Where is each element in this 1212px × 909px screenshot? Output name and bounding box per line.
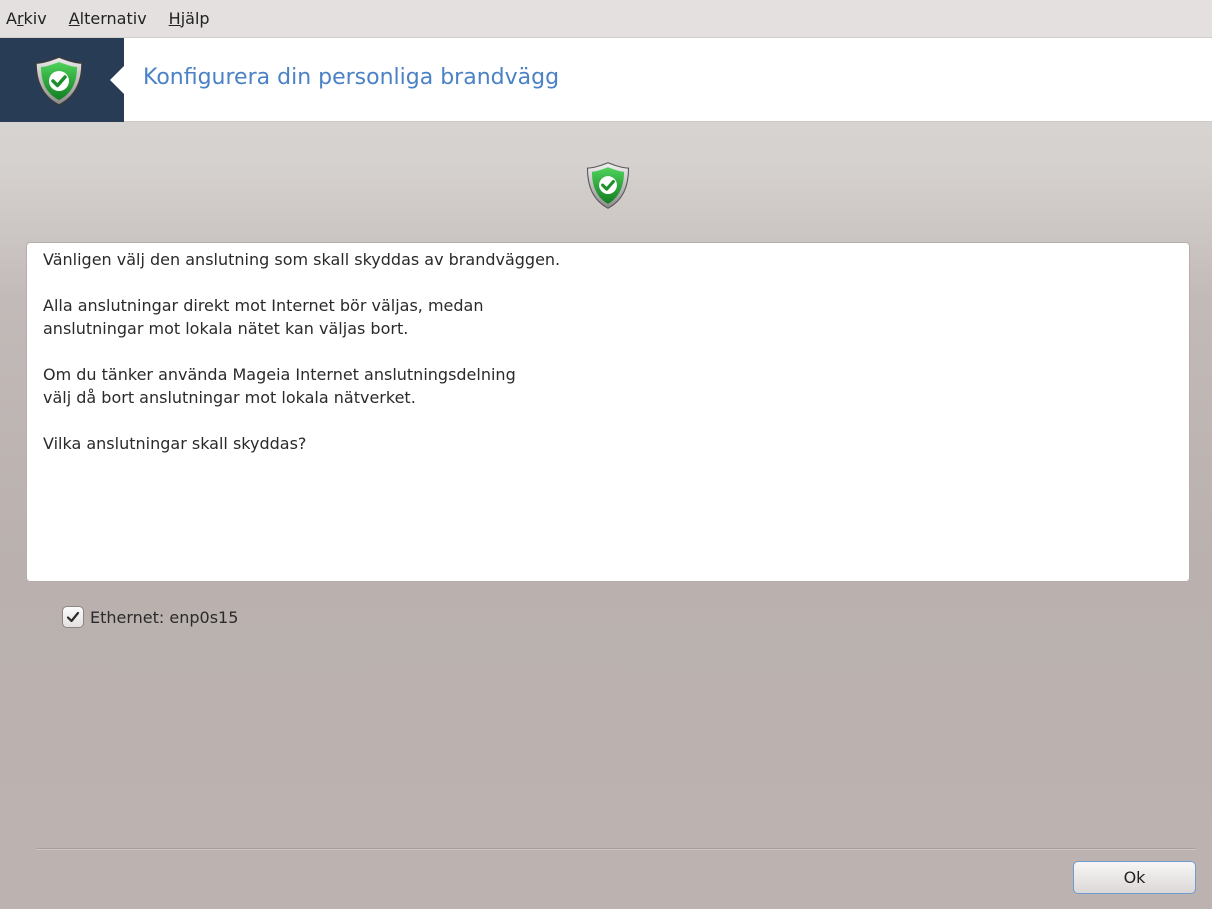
instruction-question: Vilka anslutningar skall skyddas?: [43, 434, 307, 453]
instruction-line: Vänligen välj den anslutning som skall s…: [43, 250, 561, 269]
instruction-text-box: Vänligen välj den anslutning som skall s…: [26, 242, 1190, 582]
instruction-line: Om du tänker använda Mageia Internet ans…: [43, 365, 516, 384]
menu-hjalp[interactable]: Hjälp: [169, 9, 210, 28]
connection-checkbox-row[interactable]: Ethernet: enp0s15: [62, 606, 238, 628]
menu-arkiv[interactable]: Arkiv: [6, 9, 47, 28]
ok-button[interactable]: Ok: [1073, 861, 1196, 894]
ethernet-checkbox-label: Ethernet: enp0s15: [90, 607, 239, 627]
footer-divider: [36, 848, 1196, 849]
checkmark-icon: [66, 611, 80, 623]
menu-bar: Arkiv Alternativ Hjälp: [0, 0, 1212, 38]
ethernet-checkbox[interactable]: [62, 606, 84, 628]
menu-alternativ[interactable]: Alternativ: [69, 9, 147, 28]
header-logo-block: [0, 38, 124, 122]
instruction-line: välj då bort anslutningar mot lokala nät…: [43, 388, 416, 407]
page-title: Konfigurera din personliga brandvägg: [143, 65, 560, 90]
shield-check-icon: [583, 160, 633, 216]
header-arrow: [110, 66, 124, 94]
instruction-line: anslutningar mot lokala nätet kan väljas…: [43, 319, 409, 338]
shield-check-icon: [31, 55, 87, 111]
header-banner: Konfigurera din personliga brandvägg: [0, 38, 1212, 122]
instruction-line: Alla anslutningar direkt mot Internet bö…: [43, 296, 484, 315]
